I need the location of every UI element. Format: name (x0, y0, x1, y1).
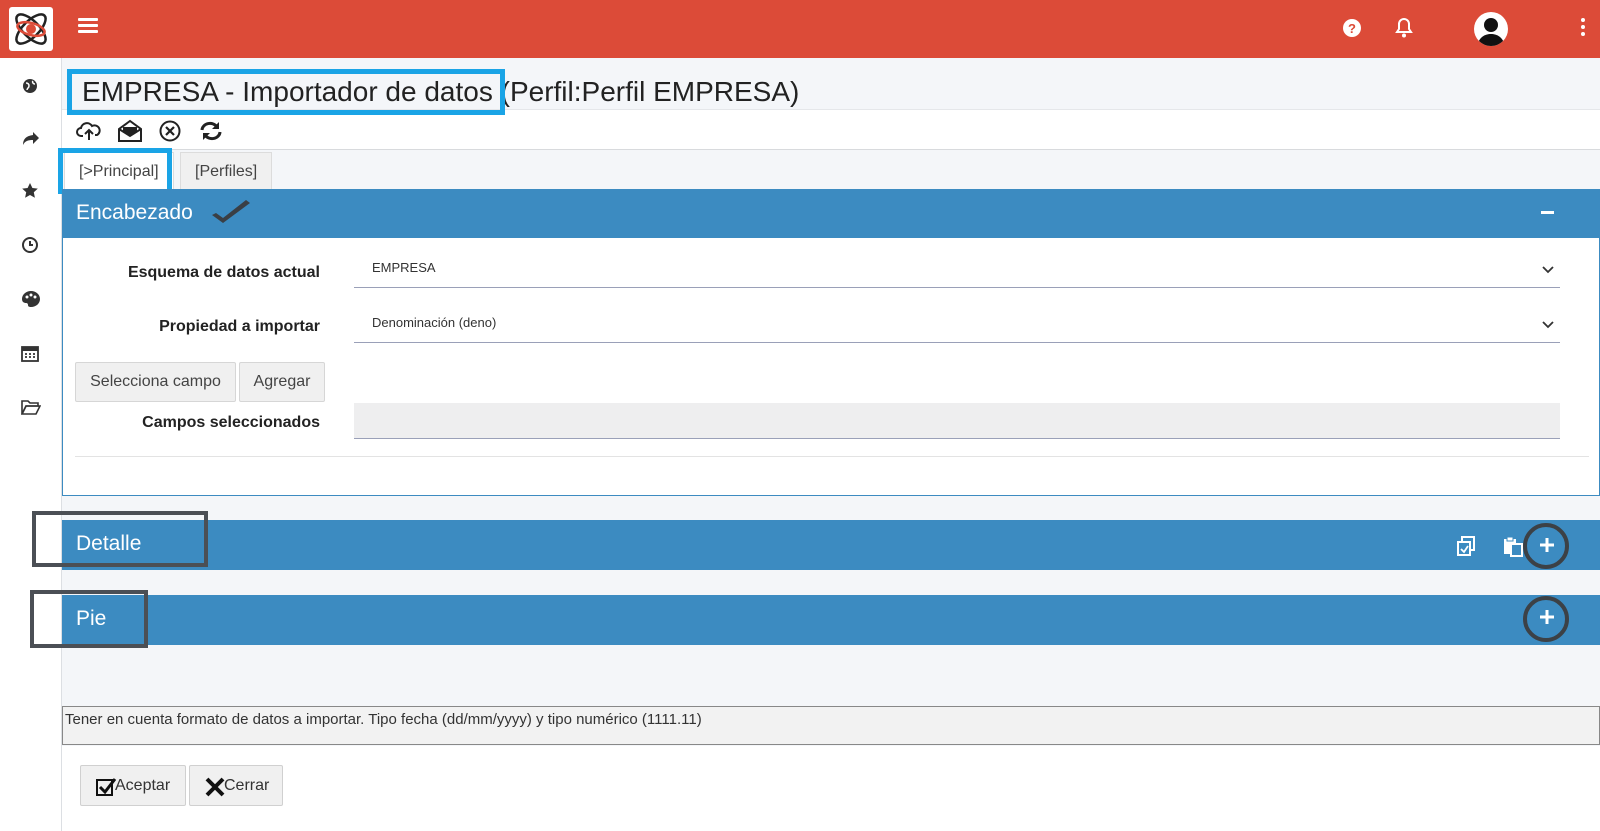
panel-encabezado-header[interactable]: Encabezado (62, 189, 1600, 239)
add-field-button[interactable]: Agregar (239, 362, 325, 402)
panel-encabezado-title: Encabezado (76, 201, 193, 224)
divider (75, 456, 1589, 457)
clock-icon[interactable] (21, 236, 41, 256)
refresh-icon[interactable] (198, 119, 222, 143)
share-icon[interactable] (21, 129, 41, 149)
bell-icon[interactable] (1392, 16, 1416, 40)
tab-highlight-box (58, 148, 172, 194)
title-highlight-box (67, 69, 505, 115)
pie-highlight-box (30, 590, 148, 648)
panel-pie-header[interactable]: Pie (62, 595, 1600, 645)
close-button[interactable]: Cerrar (189, 765, 283, 806)
accept-label: Aceptar (115, 777, 171, 794)
kebab-icon[interactable] (1580, 18, 1586, 40)
check-square-icon (96, 778, 117, 796)
sidebar (0, 58, 62, 831)
palette-icon[interactable] (21, 290, 41, 310)
chevron-down-icon (1542, 266, 1554, 274)
checkmark-icon (210, 197, 252, 229)
help-icon[interactable]: ? (1340, 16, 1364, 40)
cloud-upload-icon[interactable] (76, 119, 101, 143)
cancel-circle-icon[interactable] (158, 119, 182, 143)
expand-detalle-highlight (1523, 523, 1569, 569)
detalle-highlight-box (32, 511, 208, 567)
app-logo[interactable] (9, 7, 53, 51)
format-notice: Tener en cuenta formato de datos a impor… (62, 706, 1600, 745)
schema-label: Esquema de datos actual (127, 264, 320, 281)
schema-select-value: EMPRESA (372, 260, 436, 275)
star-icon[interactable] (21, 182, 41, 202)
calendar-icon[interactable] (21, 344, 41, 364)
footer-area (62, 746, 1600, 831)
collapse-icon[interactable] (1541, 211, 1554, 214)
panel-detalle-header[interactable]: Detalle (62, 520, 1600, 570)
paste-icon[interactable] (1502, 535, 1524, 557)
envelope-open-icon[interactable] (117, 119, 142, 143)
select-field-button[interactable]: Selecciona campo (75, 362, 236, 402)
property-select-value: Denominación (deno) (372, 315, 497, 330)
svg-text:?: ? (1348, 21, 1356, 36)
close-label: Cerrar (224, 777, 270, 794)
top-bar: ? (0, 0, 1600, 58)
property-select[interactable]: Denominación (deno) (354, 309, 1560, 343)
accept-button[interactable]: Aceptar (80, 765, 186, 806)
tab-perfiles[interactable]: [Perfiles] (180, 152, 273, 190)
selected-fields-label: Campos seleccionados (142, 414, 320, 431)
property-label: Propiedad a importar (159, 318, 320, 335)
hamburger-icon[interactable] (78, 18, 98, 38)
globe-icon[interactable] (21, 77, 41, 97)
close-icon (205, 777, 225, 797)
schema-select[interactable]: EMPRESA (354, 254, 1560, 288)
chevron-down-icon (1542, 321, 1554, 329)
copy-icon[interactable] (1456, 535, 1478, 557)
folder-icon[interactable] (20, 398, 42, 418)
expand-pie-highlight (1523, 596, 1569, 642)
user-avatar-icon[interactable] (1474, 12, 1508, 46)
selected-fields-textarea[interactable] (354, 403, 1560, 439)
action-toolbar (62, 109, 1600, 150)
